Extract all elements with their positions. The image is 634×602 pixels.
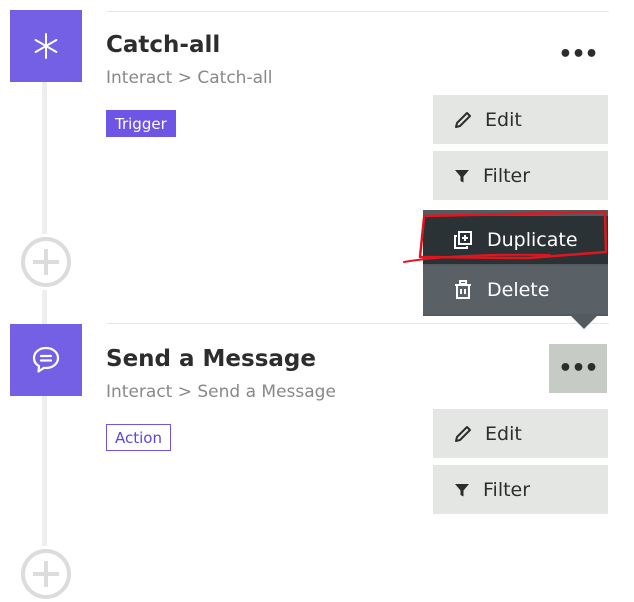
add-step-icon[interactable] [20, 548, 72, 600]
timeline-connector [42, 396, 47, 546]
filter-button-label: Filter [483, 478, 531, 501]
trigger-badge: Trigger [106, 110, 176, 137]
trash-icon [455, 280, 471, 299]
duplicate-menu-item[interactable]: Duplicate [423, 216, 608, 264]
divider-middle [107, 323, 609, 324]
more-options-menu: Duplicate Delete [423, 210, 608, 316]
filter-button[interactable]: Filter [433, 151, 608, 200]
duplicate-label: Duplicate [487, 229, 578, 251]
asterisk-icon [34, 33, 58, 59]
filter-button[interactable]: Filter [433, 465, 608, 514]
step-title: Send a Message [106, 346, 316, 372]
step-icon-catch-all[interactable] [10, 10, 82, 82]
filter-icon [455, 169, 469, 182]
edit-button-label: Edit [485, 108, 522, 131]
workflow-steps-panel: Catch-all Interact > Catch-all Trigger •… [0, 0, 634, 602]
more-options-button[interactable]: ••• [549, 344, 607, 393]
pencil-icon [455, 111, 471, 128]
edit-button-label: Edit [485, 422, 522, 445]
edit-button[interactable]: Edit [433, 95, 608, 144]
add-step-icon[interactable] [20, 236, 72, 288]
timeline-connector [42, 290, 47, 324]
filter-icon [455, 483, 469, 496]
delete-menu-item[interactable]: Delete [423, 266, 608, 314]
step-icon-send-message[interactable] [10, 324, 82, 396]
more-options-button[interactable]: ••• [549, 30, 607, 79]
action-badge: Action [106, 424, 171, 451]
filter-button-label: Filter [483, 164, 531, 187]
chat-bubble-icon [32, 346, 60, 373]
menu-pointer [571, 316, 597, 329]
step-subtitle: Interact > Catch-all [106, 68, 273, 88]
step-title: Catch-all [106, 32, 221, 58]
divider-top [107, 11, 609, 12]
timeline-connector [42, 82, 47, 234]
delete-label: Delete [487, 279, 550, 301]
pencil-icon [455, 425, 471, 442]
duplicate-icon [454, 231, 472, 249]
step-subtitle: Interact > Send a Message [106, 382, 336, 402]
edit-button[interactable]: Edit [433, 409, 608, 458]
